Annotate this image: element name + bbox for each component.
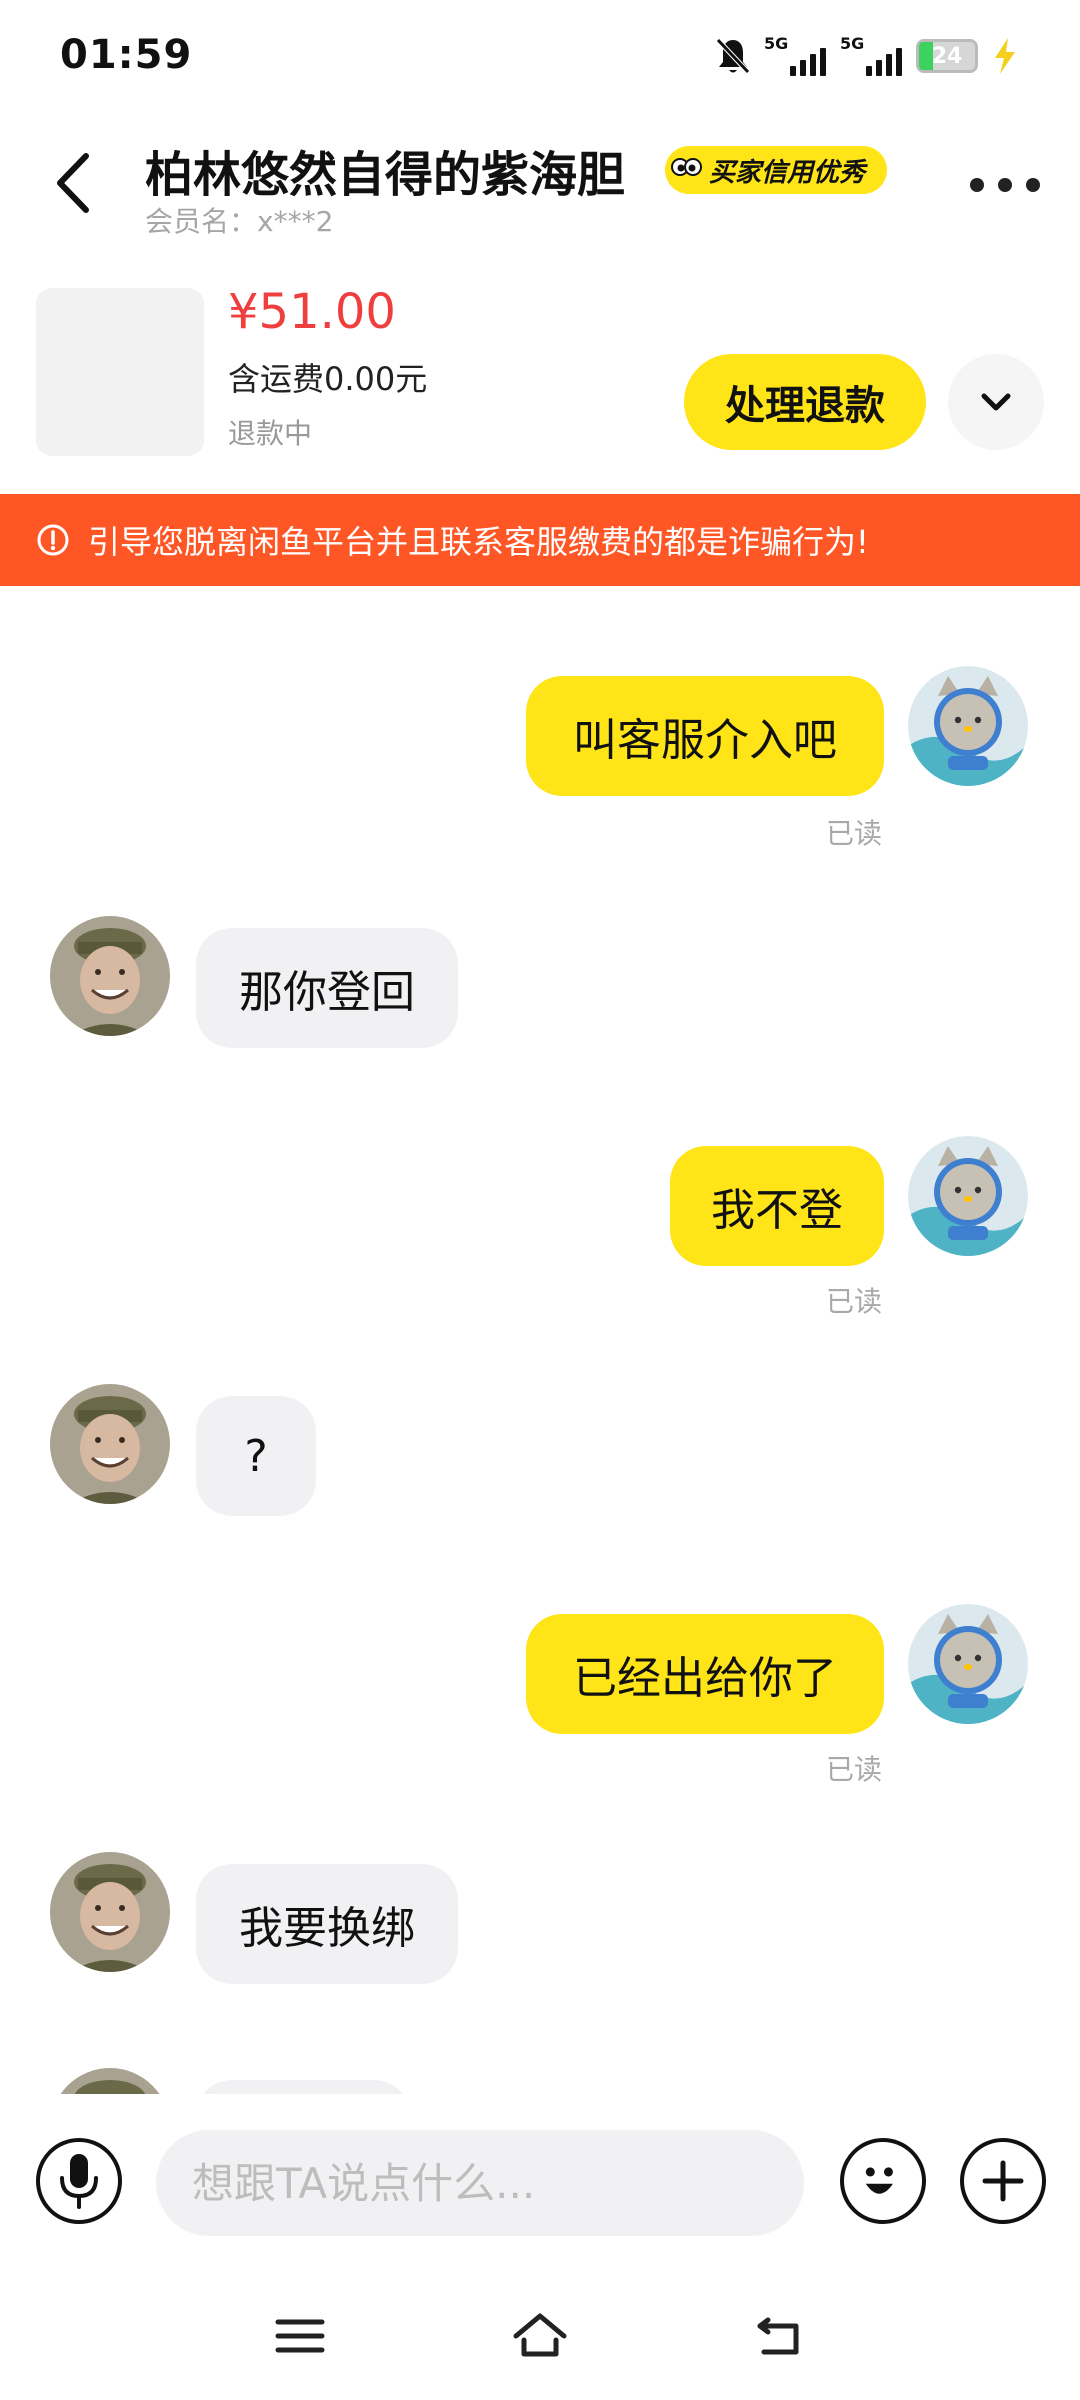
order-status: 退款中 (228, 417, 313, 450)
product-thumbnail[interactable] (36, 288, 204, 456)
emoji-icon[interactable] (840, 2138, 926, 2224)
avatar-self[interactable] (908, 666, 1028, 786)
avatar-self[interactable] (908, 1604, 1028, 1724)
fish-eyes-icon (671, 158, 702, 176)
signal-icon: 5G (840, 34, 902, 78)
microphone-icon (60, 2154, 98, 2209)
voice-button[interactable] (36, 2138, 122, 2224)
avatar-other[interactable] (50, 1384, 170, 1504)
message-bubble-mine[interactable]: 已经出给你了 (526, 1614, 884, 1734)
back-nav-icon[interactable] (750, 2306, 810, 2366)
read-receipt: 已读 (826, 1753, 883, 1786)
read-receipt: 已读 (826, 817, 883, 850)
message-list[interactable]: 叫客服介入吧 已读 那你登回 我不登 已读 ? 已经出给你了 已读 我要换绑 (0, 586, 1080, 2094)
warning-text: 引导您脱离闲鱼平台并且联系客服缴费的都是诈骗行为! (88, 523, 869, 561)
avatar-self[interactable] (908, 1136, 1028, 1256)
network-type-1: 5G (764, 34, 789, 53)
credit-badge: 买家信用优秀 (665, 146, 888, 194)
warning-icon (37, 524, 69, 556)
network-type-2: 5G (840, 34, 865, 53)
process-refund-button[interactable]: 处理退款 (684, 354, 926, 450)
battery-level: 24 (931, 43, 963, 69)
status-time: 01:59 (60, 32, 193, 78)
expand-button[interactable] (948, 354, 1044, 450)
charging-icon (995, 38, 1015, 74)
message-input[interactable] (156, 2130, 804, 2236)
status-icons: 5G 5G 24 (716, 30, 1018, 82)
credit-badge-label: 买家信用优秀 (709, 157, 866, 188)
seller-name[interactable]: 柏林悠然自得的紫海胆 (145, 135, 625, 205)
message-bubble-other[interactable]: 那你登回 (196, 928, 458, 1048)
avatar-other[interactable] (50, 2068, 170, 2094)
message-bubble-mine[interactable]: 我不登 (670, 1146, 884, 1266)
signal-icon: 5G (764, 34, 826, 78)
status-bar: 01:59 5G 5G 24 (0, 0, 1080, 118)
plus-icon (982, 2160, 1024, 2202)
avatar-other[interactable] (50, 1852, 170, 1972)
more-actions-button[interactable] (960, 2138, 1046, 2224)
battery-icon: 24 (916, 39, 978, 73)
fraud-warning-banner: 引导您脱离闲鱼平台并且联系客服缴费的都是诈骗行为! (0, 494, 1080, 586)
message-bubble-mine[interactable]: 叫客服介入吧 (526, 676, 884, 796)
message-bubble-other[interactable]: ? (196, 1396, 316, 1516)
read-receipt: 已读 (826, 1285, 883, 1318)
menu-icon[interactable] (270, 2306, 330, 2366)
chevron-down-icon (981, 393, 1011, 411)
shipping-info: 含运费0.00元 (228, 360, 428, 398)
bell-off-icon (716, 38, 750, 74)
message-bubble-other[interactable]: 我要换绑 (196, 1864, 458, 1984)
avatar-other[interactable] (50, 916, 170, 1036)
message-bubble-other[interactable] (196, 2080, 410, 2094)
system-nav-bar (0, 2278, 1080, 2400)
member-name: 会员名：x***2 (145, 205, 334, 238)
home-icon[interactable] (510, 2306, 570, 2366)
back-icon[interactable] (48, 148, 98, 218)
more-options-icon[interactable] (970, 168, 1040, 202)
product-price: ¥51.00 (228, 284, 396, 340)
